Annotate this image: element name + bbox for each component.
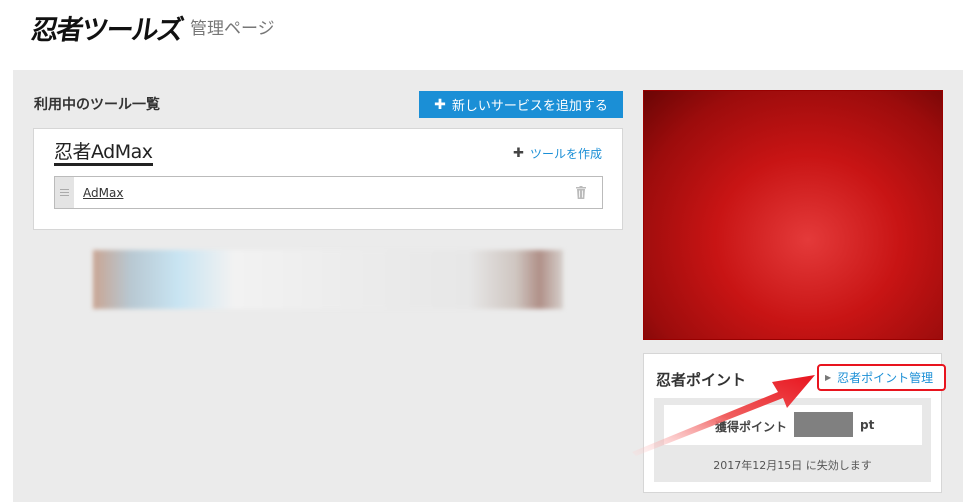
header: 忍者ツールズ 管理ページ — [0, 0, 975, 70]
points-manage-link[interactable]: ▶ 忍者ポイント管理 — [817, 364, 946, 391]
points-expiry: 2017年12月15日 に失効します — [713, 459, 872, 472]
service-logo: 忍者AdMax — [54, 141, 153, 166]
tools-section-title: 利用中のツール一覧 — [34, 97, 160, 113]
points-box: 獲得ポイント pt — [664, 405, 922, 445]
blurred-sidebar-ad[interactable] — [643, 90, 943, 340]
main-content: 利用中のツール一覧 ✚ 新しいサービスを追加する 忍者AdMax ✚ ツールを作… — [13, 70, 963, 502]
add-service-button[interactable]: ✚ 新しいサービスを追加する — [419, 91, 623, 118]
page-title: 管理ページ — [190, 19, 275, 39]
make-tool-link[interactable]: ✚ ツールを作成 — [513, 145, 602, 162]
points-card: 忍者ポイント ▶ 忍者ポイント管理 獲得ポイント pt 2017年12月15日 … — [643, 353, 946, 493]
points-value-redacted — [794, 412, 853, 437]
trash-icon[interactable] — [576, 186, 586, 199]
points-title: 忍者ポイント — [656, 371, 747, 389]
drag-handle-icon[interactable] — [55, 177, 74, 208]
tool-link[interactable]: AdMax — [83, 186, 123, 200]
tool-list-item: AdMax — [54, 176, 603, 209]
caret-right-icon: ▶ — [825, 373, 832, 382]
site-logo[interactable]: 忍者ツールズ — [29, 8, 184, 47]
points-panel: 獲得ポイント pt 2017年12月15日 に失効します — [654, 398, 931, 482]
points-manage-label: 忍者ポイント管理 — [837, 371, 934, 385]
service-card: 忍者AdMax ✚ ツールを作成 AdMax — [33, 128, 623, 230]
points-unit: pt — [860, 418, 875, 432]
points-label: 獲得ポイント — [715, 420, 788, 434]
add-service-label: 新しいサービスを追加する — [451, 99, 608, 114]
plus-icon: ✚ — [513, 146, 524, 161]
blurred-banner-ad[interactable] — [93, 250, 563, 309]
plus-icon: ✚ — [434, 96, 446, 113]
make-tool-label: ツールを作成 — [529, 147, 602, 161]
